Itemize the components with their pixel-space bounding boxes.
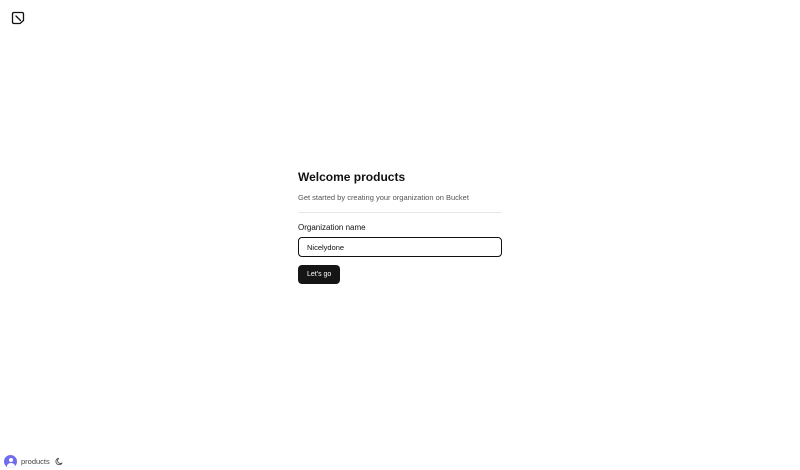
page-title: Welcome products <box>298 170 406 184</box>
bucket-logo-icon[interactable] <box>11 11 25 25</box>
organization-name-label: Organization name <box>298 223 366 232</box>
user-footer: products <box>4 455 64 468</box>
onboarding-page: Welcome products Get started by creating… <box>0 0 800 470</box>
page-subtitle: Get started by creating your organizatio… <box>298 193 469 202</box>
user-avatar-icon[interactable] <box>4 455 17 468</box>
create-organization-form: Welcome products Get started by creating… <box>298 168 502 284</box>
lets-go-button[interactable]: Let's go <box>298 265 341 284</box>
organization-name-input[interactable] <box>298 237 502 257</box>
username[interactable]: products <box>21 455 50 468</box>
divider <box>298 212 502 213</box>
moon-icon[interactable] <box>55 457 64 466</box>
